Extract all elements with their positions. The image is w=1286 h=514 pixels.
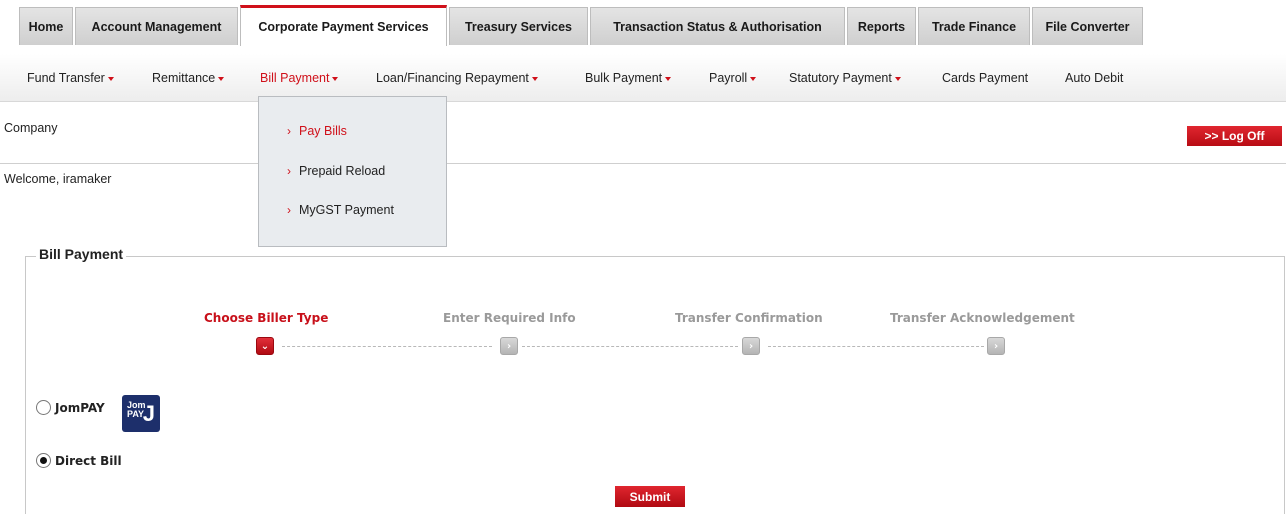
tab-trade-finance[interactable]: Trade Finance	[918, 7, 1030, 45]
step-connector	[282, 346, 492, 347]
menu-item-prepaid-reload[interactable]: › Prepaid Reload	[287, 164, 385, 178]
subnav-label: Bill Payment	[260, 71, 330, 85]
subnav-payroll[interactable]: Payroll	[709, 71, 757, 85]
subnav-loan-repayment[interactable]: Loan/Financing Repayment	[376, 71, 538, 85]
company-label: Company	[4, 121, 58, 135]
logoff-button[interactable]: >> Log Off	[1187, 126, 1282, 146]
caret-down-icon	[332, 76, 339, 81]
tab-file-converter[interactable]: File Converter	[1032, 7, 1143, 45]
sub-nav-bar: Fund Transfer Remittance Bill Payment Lo…	[0, 54, 1286, 102]
subnav-bill-payment[interactable]: Bill Payment	[260, 71, 339, 85]
caret-down-icon	[894, 76, 901, 81]
subnav-label: Bulk Payment	[585, 71, 663, 85]
tab-transaction-status[interactable]: Transaction Status & Authorisation	[590, 7, 845, 45]
menu-item-pay-bills[interactable]: › Pay Bills	[287, 124, 347, 138]
jompay-logo-mark: J	[142, 401, 155, 426]
step-pending-icon: ›	[500, 337, 518, 355]
tab-reports[interactable]: Reports	[847, 7, 916, 45]
tab-account-management[interactable]: Account Management	[75, 7, 238, 45]
step-pending-icon: ›	[742, 337, 760, 355]
step-label-confirmation: Transfer Confirmation	[675, 311, 823, 325]
subnav-statutory-payment[interactable]: Statutory Payment	[789, 71, 901, 85]
chevron-right-icon: ›	[287, 164, 291, 178]
tab-home[interactable]: Home	[19, 7, 73, 45]
menu-item-mygst-payment[interactable]: › MyGST Payment	[287, 203, 394, 217]
welcome-text: Welcome, iramaker	[4, 172, 112, 186]
submit-button[interactable]: Submit	[615, 486, 685, 507]
chevron-right-icon: ›	[287, 203, 291, 217]
option-jompay[interactable]: JomPAY	[36, 400, 105, 415]
subnav-bulk-payment[interactable]: Bulk Payment	[585, 71, 672, 85]
chevron-right-icon: ›	[287, 124, 291, 138]
step-current-icon: ⌄	[256, 337, 274, 355]
divider	[0, 163, 1286, 164]
direct-bill-radio[interactable]	[36, 453, 51, 468]
caret-down-icon	[531, 76, 538, 81]
step-label-enter-info: Enter Required Info	[443, 311, 576, 325]
subnav-auto-debit[interactable]: Auto Debit	[1065, 71, 1123, 85]
bill-payment-dropdown: › Pay Bills › Prepaid Reload › MyGST Paymen…	[258, 96, 447, 247]
menu-item-label: Prepaid Reload	[299, 164, 386, 178]
caret-down-icon	[218, 76, 225, 81]
caret-down-icon	[665, 76, 672, 81]
subnav-label: Loan/Financing Repayment	[376, 71, 529, 85]
direct-bill-label: Direct Bill	[55, 453, 122, 468]
step-connector	[768, 346, 984, 347]
jompay-radio[interactable]	[36, 400, 51, 415]
option-direct-bill[interactable]: Direct Bill	[36, 453, 122, 468]
step-connector	[522, 346, 738, 347]
tab-treasury-services[interactable]: Treasury Services	[449, 7, 588, 45]
bill-payment-fieldset	[25, 256, 1285, 514]
subnav-label: Payroll	[709, 71, 748, 85]
jompay-logo: Jom PAY J	[122, 395, 160, 432]
fieldset-legend: Bill Payment	[36, 246, 127, 262]
subnav-fund-transfer[interactable]: Fund Transfer	[27, 71, 114, 85]
menu-item-label: Pay Bills	[299, 124, 347, 138]
subnav-label: Statutory Payment	[789, 71, 892, 85]
step-pending-icon: ›	[987, 337, 1005, 355]
tab-corporate-payment-services[interactable]: Corporate Payment Services	[240, 5, 447, 46]
caret-down-icon	[107, 76, 114, 81]
jompay-label: JomPAY	[55, 400, 105, 415]
subnav-cards-payment[interactable]: Cards Payment	[942, 71, 1028, 85]
menu-item-label: MyGST Payment	[299, 203, 394, 217]
subnav-remittance[interactable]: Remittance	[152, 71, 225, 85]
step-label-choose-biller: Choose Biller Type	[204, 311, 329, 325]
subnav-label: Remittance	[152, 71, 216, 85]
subnav-label: Fund Transfer	[27, 71, 105, 85]
caret-down-icon	[750, 76, 757, 81]
main-tab-bar: Home Account Management Corporate Paymen…	[0, 0, 1286, 54]
step-label-acknowledgement: Transfer Acknowledgement	[890, 311, 1075, 325]
